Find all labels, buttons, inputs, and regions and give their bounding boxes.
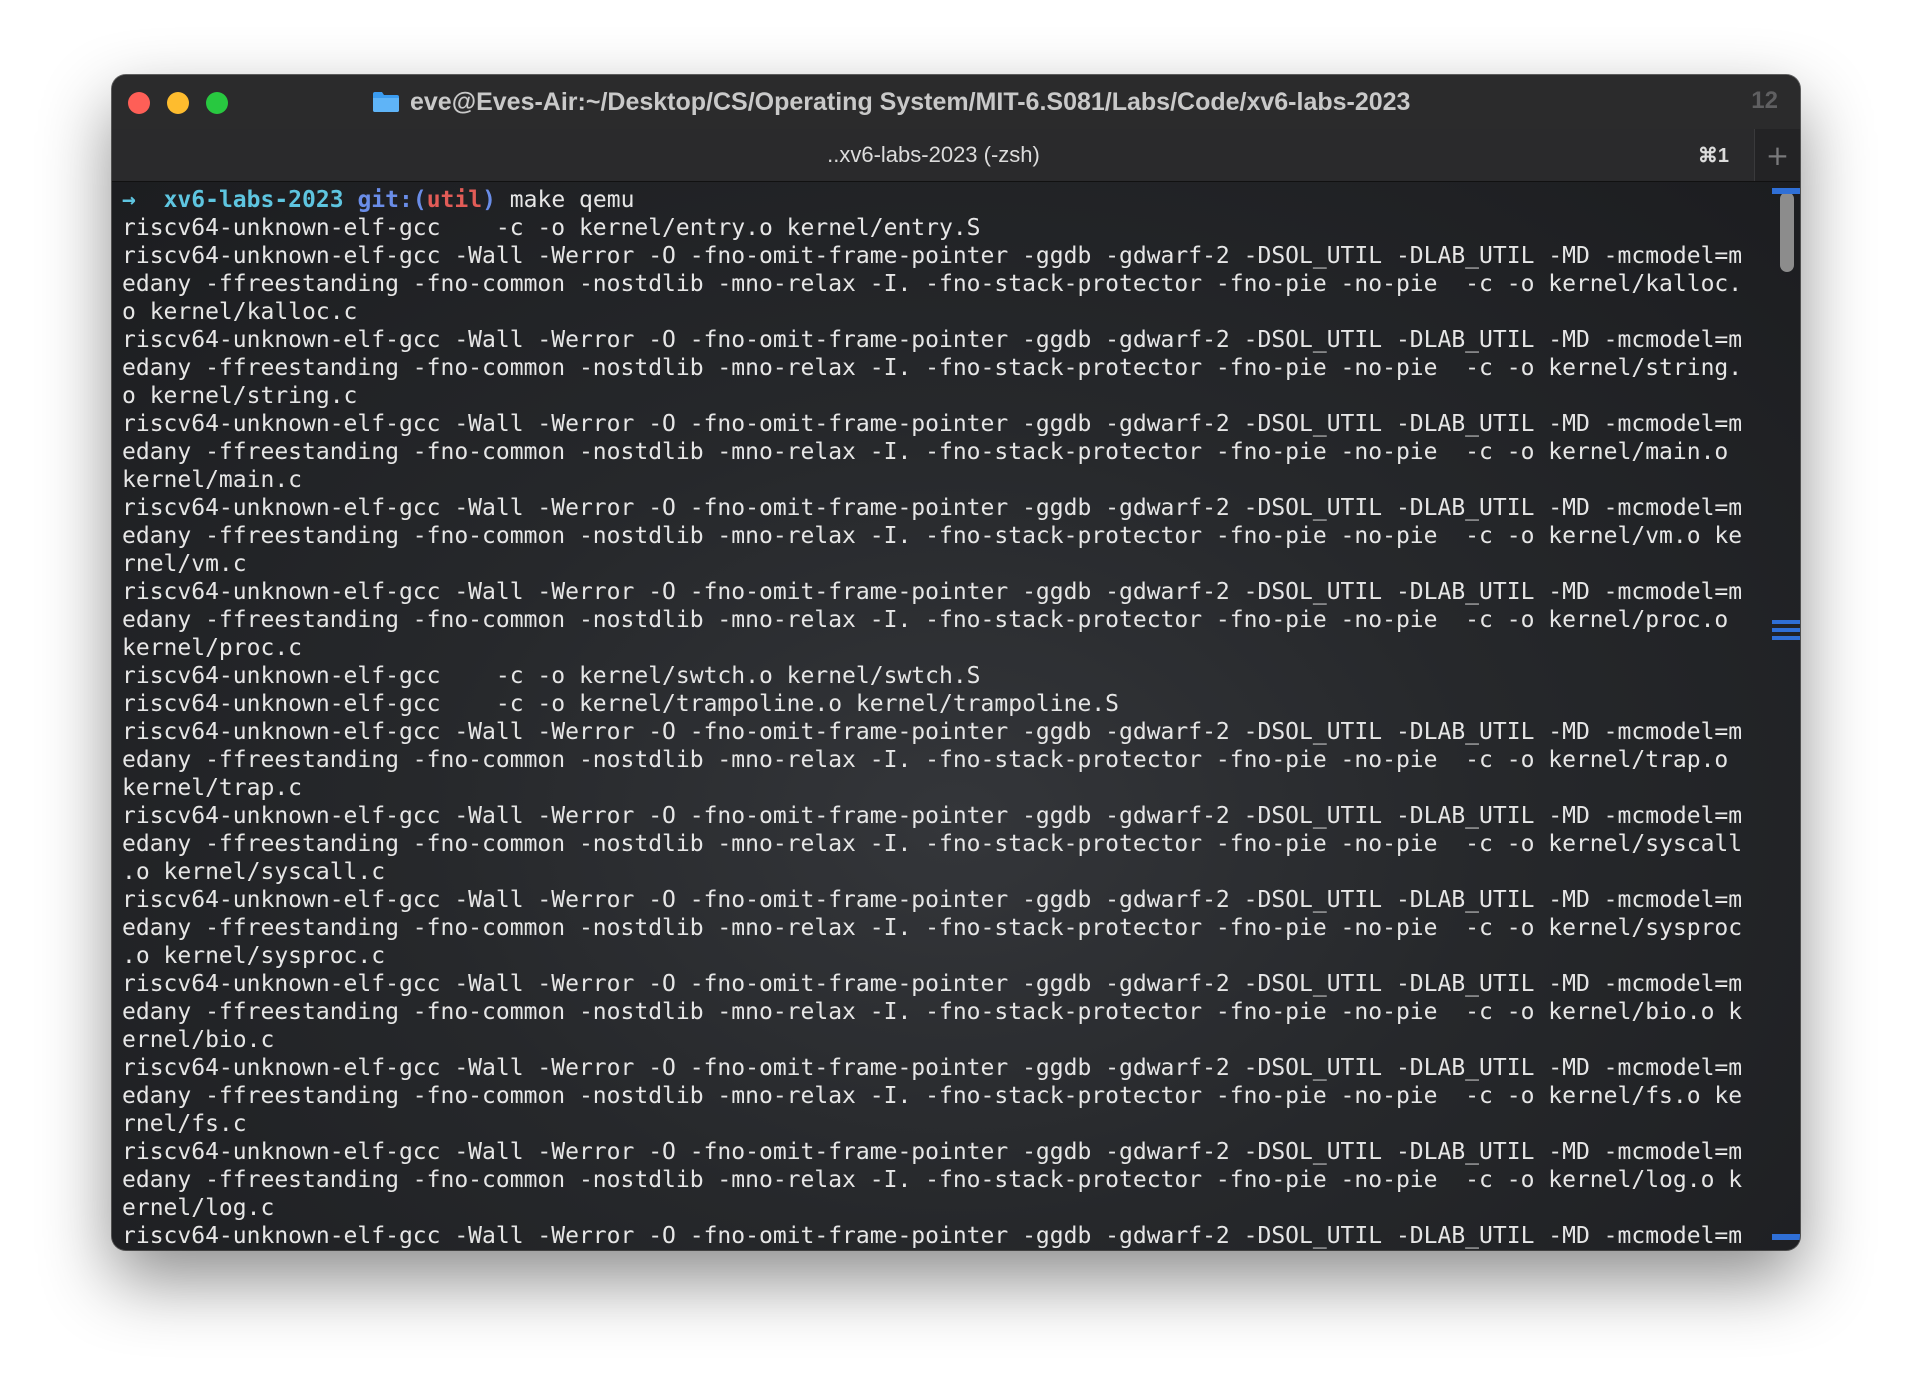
title-bar[interactable]: eve@Eves-Air:~/Desktop/CS/Operating Syst… bbox=[112, 75, 1800, 129]
output-line: ernel/bio.c bbox=[122, 1027, 275, 1053]
output-line: riscv64-unknown-elf-gcc -Wall -Werror -O… bbox=[122, 887, 1743, 913]
output-line: riscv64-unknown-elf-gcc -Wall -Werror -O… bbox=[122, 495, 1743, 521]
output-line: edany -ffreestanding -fno-common -nostdl… bbox=[122, 607, 1729, 633]
output-line: riscv64-unknown-elf-gcc -Wall -Werror -O… bbox=[122, 803, 1743, 829]
output-line: riscv64-unknown-elf-gcc -Wall -Werror -O… bbox=[122, 411, 1743, 437]
output-line: edany -ffreestanding -fno-common -nostdl… bbox=[122, 831, 1743, 857]
output-line: edany -ffreestanding -fno-common -nostdl… bbox=[122, 439, 1729, 465]
scroll-mark bbox=[1772, 1234, 1800, 1240]
prompt-branch: util bbox=[426, 187, 483, 213]
output-line: edany -ffreestanding -fno-common -nostdl… bbox=[122, 1167, 1743, 1193]
close-button[interactable] bbox=[128, 92, 150, 114]
output-line: edany -ffreestanding -fno-common -nostdl… bbox=[122, 747, 1729, 773]
output-line: edany -ffreestanding -fno-common -nostdl… bbox=[122, 1083, 1743, 1109]
output-line: riscv64-unknown-elf-gcc -Wall -Werror -O… bbox=[122, 243, 1743, 269]
output-line: o kernel/string.c bbox=[122, 383, 358, 409]
output-line: edany -ffreestanding -fno-common -nostdl… bbox=[122, 999, 1743, 1025]
tab-zsh[interactable]: ..xv6-labs-2023 (-zsh) ⌘1 bbox=[112, 129, 1755, 181]
folder-icon bbox=[372, 91, 400, 113]
zoom-button[interactable] bbox=[206, 92, 228, 114]
terminal-text: → xv6-labs-2023 git:(util) make qemu ris… bbox=[122, 186, 1772, 1250]
prompt-directory: xv6-labs-2023 bbox=[163, 187, 344, 213]
output-line: kernel/proc.c bbox=[122, 635, 303, 661]
output-line: edany -ffreestanding -fno-common -nostdl… bbox=[122, 523, 1743, 549]
output-line: edany -ffreestanding -fno-common -nostdl… bbox=[122, 915, 1743, 941]
prompt-command: make qemu bbox=[509, 187, 635, 213]
output-line: riscv64-unknown-elf-gcc -c -o kernel/tra… bbox=[122, 691, 1119, 717]
prompt-git-close: ) bbox=[482, 187, 496, 213]
tab-label: ..xv6-labs-2023 (-zsh) bbox=[827, 142, 1040, 167]
output-line: riscv64-unknown-elf-gcc -Wall -Werror -O… bbox=[122, 327, 1743, 353]
output-line: o kernel/kalloc.c bbox=[122, 299, 358, 325]
tab-bar: ..xv6-labs-2023 (-zsh) ⌘1 + bbox=[112, 129, 1800, 182]
output-line: ernel/log.c bbox=[122, 1195, 275, 1221]
output-line: riscv64-unknown-elf-gcc -Wall -Werror -O… bbox=[122, 1223, 1743, 1249]
scroll-mark bbox=[1772, 636, 1800, 640]
output-line: riscv64-unknown-elf-gcc -Wall -Werror -O… bbox=[122, 1055, 1743, 1081]
output-line: .o kernel/syscall.c bbox=[122, 859, 386, 885]
output-line: riscv64-unknown-elf-gcc -Wall -Werror -O… bbox=[122, 719, 1743, 745]
output-line: riscv64-unknown-elf-gcc -c -o kernel/ent… bbox=[122, 215, 981, 241]
scroll-mark bbox=[1772, 628, 1800, 632]
terminal-window: eve@Eves-Air:~/Desktop/CS/Operating Syst… bbox=[112, 75, 1800, 1250]
window-count: 12 bbox=[1751, 87, 1778, 114]
prompt-arrow-icon: → bbox=[122, 187, 136, 213]
output-line: edany -ffreestanding -fno-common -nostdl… bbox=[122, 355, 1743, 381]
output-line: rnel/vm.c bbox=[122, 551, 247, 577]
terminal-output[interactable]: → xv6-labs-2023 git:(util) make qemu ris… bbox=[112, 182, 1800, 1250]
minimize-button[interactable] bbox=[167, 92, 189, 114]
scroll-mark bbox=[1772, 620, 1800, 624]
output-line: edany -ffreestanding -fno-common -nostdl… bbox=[122, 271, 1743, 297]
scrollbar-thumb[interactable] bbox=[1780, 192, 1794, 272]
prompt-git-label: git:( bbox=[357, 187, 427, 213]
output-line: riscv64-unknown-elf-gcc -Wall -Werror -O… bbox=[122, 1139, 1743, 1165]
output-line: rnel/fs.c bbox=[122, 1111, 247, 1137]
tab-shortcut: ⌘1 bbox=[1697, 145, 1729, 167]
scroll-mark bbox=[1772, 188, 1800, 194]
prompt-line: → xv6-labs-2023 git:(util) make qemu bbox=[122, 186, 1772, 214]
output-line: kernel/main.c bbox=[122, 467, 303, 493]
window-title: eve@Eves-Air:~/Desktop/CS/Operating Syst… bbox=[410, 87, 1411, 116]
window-title-group: eve@Eves-Air:~/Desktop/CS/Operating Syst… bbox=[372, 87, 1410, 117]
output-line: riscv64-unknown-elf-gcc -Wall -Werror -O… bbox=[122, 579, 1743, 605]
output-line: riscv64-unknown-elf-gcc -Wall -Werror -O… bbox=[122, 971, 1743, 997]
new-tab-button[interactable]: + bbox=[1754, 129, 1800, 181]
output-line: kernel/trap.c bbox=[122, 775, 303, 801]
output-line: riscv64-unknown-elf-gcc -c -o kernel/swt… bbox=[122, 663, 981, 689]
output-line: .o kernel/sysproc.c bbox=[122, 943, 386, 969]
